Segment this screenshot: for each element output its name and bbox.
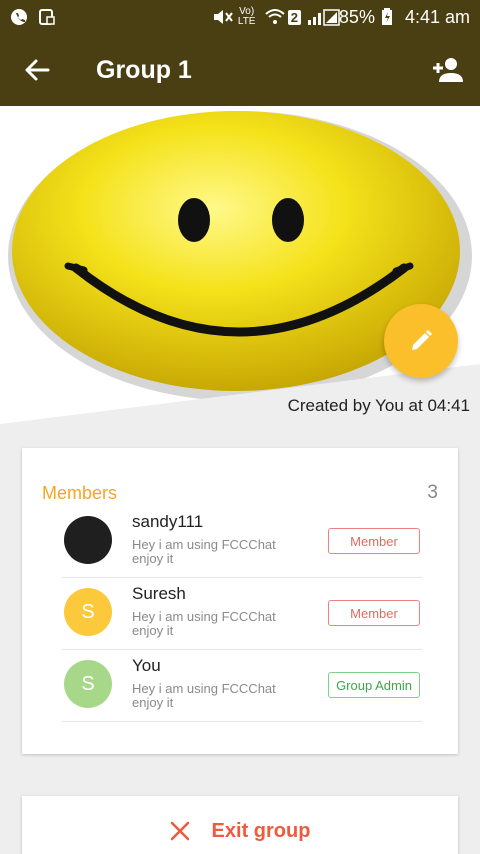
add-person-icon: [433, 58, 463, 82]
avatar: S: [64, 660, 112, 708]
avatar: S: [64, 588, 112, 636]
close-icon: [170, 821, 189, 841]
clock: 4:41 am: [404, 6, 470, 27]
signal-icon: [307, 8, 340, 26]
status-bar: Vo) LTE 2 85% 4:41 am: [0, 0, 480, 34]
battery-icon: [381, 8, 399, 26]
member-status: Hey i am using FCCChat enjoy it: [132, 681, 276, 710]
wifi-icon: [264, 8, 285, 26]
member-status: Hey i am using FCCChat enjoy it: [132, 537, 276, 566]
mute-icon: [212, 8, 233, 26]
back-button[interactable]: [0, 34, 74, 106]
battery-percent: 85%: [338, 6, 375, 27]
add-member-button[interactable]: [428, 52, 466, 88]
group-title: Group 1: [96, 55, 192, 84]
members-card: Members 3 sandy111 Hey i am using FCCCha…: [22, 448, 458, 754]
sim-badge: 2: [287, 9, 301, 25]
group-photo-area: [0, 106, 480, 426]
avatar-letter: S: [81, 672, 95, 695]
exit-group-button[interactable]: Exit group: [22, 796, 458, 854]
avatar: [64, 516, 112, 564]
member-status: Hey i am using FCCChat enjoy it: [132, 609, 276, 638]
member-row[interactable]: S Suresh Hey i am using FCCChat enjoy it…: [62, 578, 422, 650]
screenshot-icon: [38, 8, 56, 26]
created-info: Created by You at 04:41: [287, 396, 470, 415]
members-header: Members 3: [42, 482, 438, 504]
app-toolbar: Group 1: [0, 34, 480, 106]
members-count: 3: [427, 482, 438, 503]
phone-icon: [10, 8, 28, 26]
edit-group-button[interactable]: [384, 304, 458, 378]
role-badge: Member: [328, 528, 420, 554]
pencil-icon: [412, 330, 432, 350]
member-name: Suresh: [132, 584, 186, 603]
member-row[interactable]: S You Hey i am using FCCChat enjoy it Gr…: [62, 650, 422, 722]
photo-diagonal-cut: [0, 364, 480, 426]
member-row[interactable]: sandy111 Hey i am using FCCChat enjoy it…: [62, 506, 422, 578]
member-name: sandy111: [132, 512, 204, 531]
role-badge: Member: [328, 600, 420, 626]
member-name: You: [132, 656, 161, 675]
exit-group-label: Exit group: [211, 819, 311, 842]
members-label: Members: [42, 482, 118, 503]
avatar-letter: S: [81, 600, 95, 623]
role-badge: Group Admin: [328, 672, 420, 698]
volte-label: Vo) LTE: [237, 6, 256, 27]
arrow-left-icon: [25, 59, 50, 81]
